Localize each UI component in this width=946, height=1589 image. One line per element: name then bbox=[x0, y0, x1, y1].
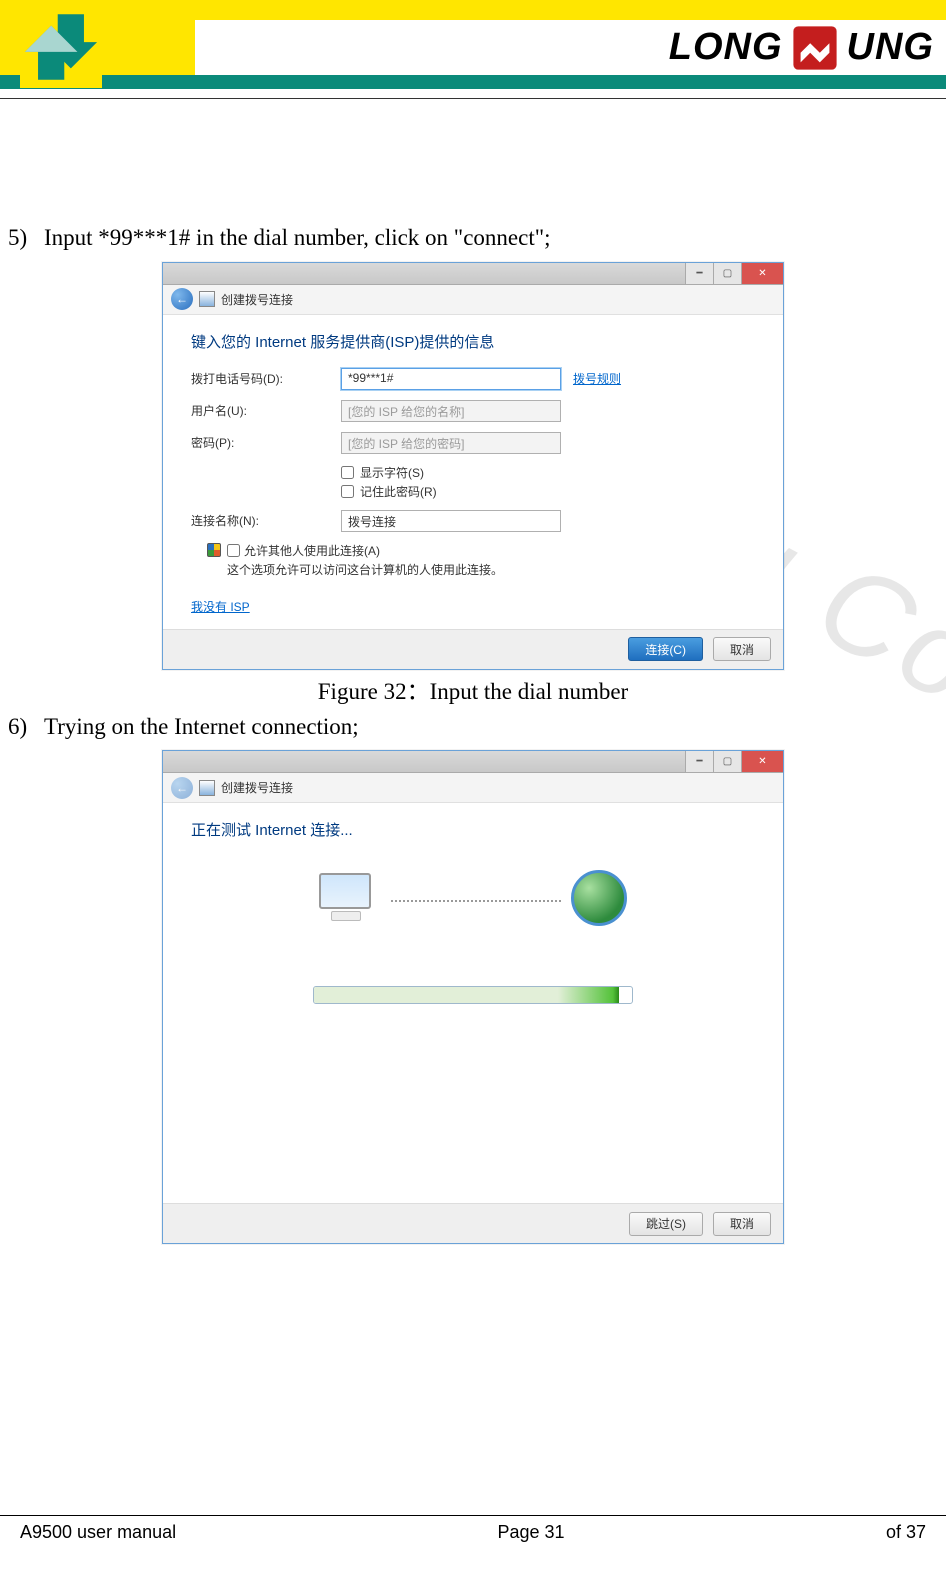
input-password[interactable]: [您的 ISP 给您的密码] bbox=[341, 432, 561, 454]
row-remember-password: 记住此密码(R) bbox=[341, 483, 755, 500]
label-allow-others: 允许其他人使用此连接(A) bbox=[244, 542, 380, 559]
dialog2-footer: 跳过(S) 取消 bbox=[163, 1203, 783, 1243]
back-icon-disabled: ← bbox=[171, 777, 193, 799]
header-rule bbox=[0, 98, 946, 99]
maximize-button[interactable]: ▢ bbox=[713, 263, 741, 284]
row-password: 密码(P): [您的 ISP 给您的密码] bbox=[191, 432, 755, 454]
corner-logo bbox=[20, 6, 102, 88]
back-icon[interactable]: ← bbox=[171, 288, 193, 310]
footer-left: A9500 user manual bbox=[20, 1522, 176, 1543]
step-6-number: 6) bbox=[0, 710, 44, 745]
page-footer: A9500 user manual Page 31 of 37 bbox=[0, 1515, 946, 1543]
checkbox-remember-password[interactable] bbox=[341, 485, 354, 498]
page-header: LONG UNG bbox=[0, 0, 946, 96]
label-password: 密码(P): bbox=[191, 434, 341, 451]
checkbox-allow-others[interactable] bbox=[227, 544, 240, 557]
header-white-band: LONG UNG bbox=[195, 20, 946, 75]
connection-line-icon bbox=[391, 900, 561, 902]
minimize-button-2[interactable]: ━ bbox=[685, 751, 713, 772]
row-username: 用户名(U): [您的 ISP 给您的名称] bbox=[191, 400, 755, 422]
wizard-icon-2 bbox=[199, 780, 215, 796]
dialog-body: 键入您的 Internet 服务提供商(ISP)提供的信息 拨打电话号码(D):… bbox=[163, 315, 783, 629]
wizard-icon bbox=[199, 291, 215, 307]
brand-wordmark: LONG UNG bbox=[669, 24, 934, 72]
close-button-2[interactable]: ✕ bbox=[741, 751, 783, 772]
label-remember-password: 记住此密码(R) bbox=[360, 483, 437, 500]
dialog-title: 创建拨号连接 bbox=[221, 291, 293, 308]
step-5-text: Input *99***1# in the dial number, click… bbox=[44, 221, 551, 256]
label-connection-name: 连接名称(N): bbox=[191, 512, 341, 529]
row-dial-number: 拨打电话号码(D): *99***1# 拨号规则 bbox=[191, 368, 755, 390]
dialog-create-dial-connection: ━ ▢ ✕ ← 创建拨号连接 键入您的 Internet 服务提供商(ISP)提… bbox=[162, 262, 784, 670]
dialog-header-row: ← 创建拨号连接 bbox=[163, 285, 783, 315]
dialog-footer: 连接(C) 取消 bbox=[163, 629, 783, 669]
connection-graphic bbox=[191, 870, 755, 926]
step-6: 6) Trying on the Internet connection; bbox=[0, 710, 946, 745]
label-username: 用户名(U): bbox=[191, 402, 341, 419]
dialog2-titlebar: ━ ▢ ✕ bbox=[163, 751, 783, 773]
brand-right: UNG bbox=[847, 26, 934, 69]
link-dial-rules[interactable]: 拨号规则 bbox=[573, 370, 621, 387]
text-allow-others-desc: 这个选项允许可以访问这台计算机的人使用此连接。 bbox=[227, 561, 755, 578]
dialog-testing-connection: ━ ▢ ✕ ← 创建拨号连接 正在测试 Internet 连接... bbox=[162, 750, 784, 1244]
dialog2-heading: 正在测试 Internet 连接... bbox=[191, 819, 755, 840]
computer-icon bbox=[319, 873, 381, 923]
header-yellow-stripe bbox=[0, 0, 946, 20]
brand-left: LONG bbox=[669, 26, 783, 69]
skip-button[interactable]: 跳过(S) bbox=[629, 1212, 703, 1236]
cancel-button-2[interactable]: 取消 bbox=[713, 1212, 771, 1236]
globe-icon bbox=[571, 870, 627, 926]
dialog2-title: 创建拨号连接 bbox=[221, 779, 293, 796]
header-teal-stripe bbox=[0, 75, 946, 89]
footer-right: of 37 bbox=[886, 1522, 926, 1543]
dialog2-body: 正在测试 Internet 连接... bbox=[163, 803, 783, 1203]
brand-logo-icon bbox=[791, 24, 839, 72]
step-5: 5) Input *99***1# in the dial number, cl… bbox=[0, 221, 946, 256]
dialog-titlebar: ━ ▢ ✕ bbox=[163, 263, 783, 285]
footer-center: Page 31 bbox=[498, 1522, 565, 1543]
input-connection-name[interactable]: 拨号连接 bbox=[341, 510, 561, 532]
row-connection-name: 连接名称(N): 拨号连接 bbox=[191, 510, 755, 532]
checkbox-show-chars[interactable] bbox=[341, 466, 354, 479]
link-no-isp[interactable]: 我没有 ISP bbox=[191, 598, 250, 615]
page-body: 5) Input *99***1# in the dial number, cl… bbox=[0, 96, 946, 1244]
step-5-number: 5) bbox=[0, 221, 44, 256]
figure-32-caption: Figure 32：Input the dial number bbox=[0, 672, 946, 706]
figure-testing-container: ━ ▢ ✕ ← 创建拨号连接 正在测试 Internet 连接... bbox=[0, 750, 946, 1244]
row-allow-others: 允许其他人使用此连接(A) bbox=[207, 542, 755, 559]
close-button[interactable]: ✕ bbox=[741, 263, 783, 284]
progress-bar bbox=[313, 986, 633, 1004]
shield-icon bbox=[207, 543, 221, 557]
input-dial-number[interactable]: *99***1# bbox=[341, 368, 561, 390]
minimize-button[interactable]: ━ bbox=[685, 263, 713, 284]
label-show-chars: 显示字符(S) bbox=[360, 464, 424, 481]
figure-32-container: ━ ▢ ✕ ← 创建拨号连接 键入您的 Internet 服务提供商(ISP)提… bbox=[0, 262, 946, 670]
dialog-heading: 键入您的 Internet 服务提供商(ISP)提供的信息 bbox=[191, 331, 755, 352]
maximize-button-2[interactable]: ▢ bbox=[713, 751, 741, 772]
dialog2-header-row: ← 创建拨号连接 bbox=[163, 773, 783, 803]
input-username[interactable]: [您的 ISP 给您的名称] bbox=[341, 400, 561, 422]
cancel-button[interactable]: 取消 bbox=[713, 637, 771, 661]
step-6-text: Trying on the Internet connection; bbox=[44, 710, 359, 745]
row-show-chars: 显示字符(S) bbox=[341, 464, 755, 481]
label-dial-number: 拨打电话号码(D): bbox=[191, 370, 341, 387]
connect-button[interactable]: 连接(C) bbox=[628, 637, 703, 661]
